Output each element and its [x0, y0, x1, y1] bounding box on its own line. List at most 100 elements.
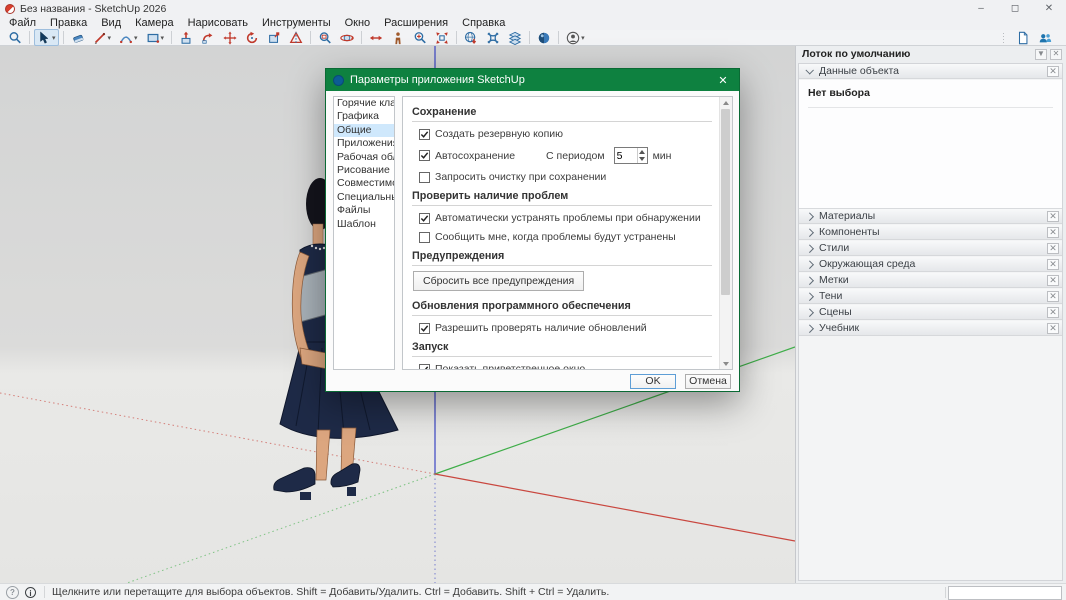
pan-tool-button[interactable] — [366, 29, 386, 46]
checkbox-unchecked[interactable] — [419, 232, 430, 243]
zoom-extents-tool-button[interactable] — [432, 29, 452, 46]
tray-section[interactable]: Метки✕ — [799, 273, 1062, 288]
toolbar-right-group — [1002, 29, 1056, 46]
maximize-icon[interactable]: ◻ — [998, 0, 1032, 17]
eraser-tool-button[interactable] — [68, 29, 88, 46]
toolbar-separator — [310, 31, 311, 44]
scrollbar-thumb[interactable] — [721, 109, 730, 295]
section-close-icon[interactable]: ✕ — [1047, 323, 1059, 334]
autosave-interval-input[interactable] — [615, 148, 637, 163]
toolbar-grip[interactable] — [1002, 32, 1006, 44]
ok-button[interactable]: OK — [630, 374, 676, 389]
checkbox-checked[interactable] — [419, 150, 430, 161]
rotate-tool-button[interactable] — [242, 29, 262, 46]
tray-section[interactable]: Компоненты✕ — [799, 225, 1062, 240]
section-close-icon[interactable]: ✕ — [1047, 307, 1059, 318]
reset-warnings-button[interactable]: Сбросить все предупреждения — [413, 271, 584, 291]
preferences-nav-item[interactable]: Рабочая обла... — [334, 151, 394, 164]
preferences-nav-item[interactable]: Специальны... — [334, 191, 394, 204]
push-pull-tool-button[interactable] — [176, 29, 196, 46]
scroll-up-icon[interactable] — [720, 97, 731, 108]
rectangle-tool-button[interactable]: ▾ — [143, 29, 168, 46]
sketchup-window: Без названия - SketchUp 2026 – ◻ ✕ ФайлП… — [0, 0, 1066, 600]
toolbar-separator — [63, 31, 64, 44]
tray-close-icon[interactable]: ✕ — [1050, 49, 1062, 60]
zoom-window-tool-button[interactable] — [315, 29, 335, 46]
spinner-up-icon[interactable] — [638, 148, 647, 156]
preferences-nav-item[interactable]: Графика — [334, 110, 394, 123]
new-document-tool-button[interactable] — [1013, 29, 1033, 46]
scale-tool-button[interactable] — [264, 29, 284, 46]
flip-tool-button[interactable] — [286, 29, 306, 46]
spinner-arrows — [637, 148, 647, 163]
tray-section[interactable]: Окружающая среда✕ — [799, 257, 1062, 272]
preferences-nav-item[interactable]: Шаблон — [334, 218, 394, 231]
zoom-tool-button[interactable] — [410, 29, 430, 46]
close-icon[interactable]: ✕ — [1032, 0, 1066, 17]
checkbox-checked[interactable] — [419, 323, 430, 334]
section-close-icon[interactable]: ✕ — [1047, 227, 1059, 238]
tray-section-object-data[interactable]: Данные объекта ✕ — [799, 64, 1062, 79]
move-icon — [223, 31, 237, 45]
section-close-icon[interactable]: ✕ — [1047, 275, 1059, 286]
scroll-down-icon[interactable] — [720, 358, 731, 369]
arc-tool-button[interactable]: ▾ — [116, 29, 141, 46]
checkbox-checked[interactable] — [419, 213, 430, 224]
spinner-down-icon[interactable] — [638, 156, 647, 164]
section-close-icon[interactable]: ✕ — [1047, 211, 1059, 222]
scrollbar[interactable] — [719, 97, 732, 369]
checkbox-label: Автосохранение — [435, 150, 515, 162]
tray-section[interactable]: Стили✕ — [799, 241, 1062, 256]
section-close-icon[interactable]: ✕ — [1047, 243, 1059, 254]
preferences-nav-item[interactable]: Файлы — [334, 204, 394, 217]
help-icon[interactable]: ? — [6, 586, 19, 599]
pin-icon[interactable]: ▼ — [1035, 49, 1047, 60]
orbit-icon — [340, 31, 354, 45]
dialog-title-bar[interactable]: Параметры приложения SketchUp ✕ — [326, 69, 739, 91]
share-tool-button[interactable] — [1035, 29, 1055, 46]
tray-section[interactable]: Материалы✕ — [799, 209, 1062, 224]
select-tool-button[interactable]: ▾ — [34, 29, 59, 46]
preferences-nav-item[interactable]: Рисование — [334, 164, 394, 177]
sign-in-icon — [566, 31, 580, 45]
layers-tool-button[interactable] — [505, 29, 525, 46]
settings-row: Показать приветственное окно — [419, 363, 712, 370]
orbit-tool-button[interactable] — [337, 29, 357, 46]
tray-section[interactable]: Тени✕ — [799, 289, 1062, 304]
tray-section[interactable]: Учебник✕ — [799, 321, 1062, 336]
checkbox-checked[interactable] — [419, 129, 430, 140]
tray-section[interactable]: Сцены✕ — [799, 305, 1062, 320]
section-close-icon[interactable]: ✕ — [1047, 66, 1059, 77]
line-tool-button[interactable]: ▾ — [90, 29, 115, 46]
extension-warehouse-tool-button[interactable] — [483, 29, 503, 46]
checkbox-unchecked[interactable] — [419, 172, 430, 183]
info-icon[interactable]: i — [25, 587, 36, 598]
zoom-extents-icon — [435, 31, 449, 45]
3d-warehouse-tool-button[interactable] — [461, 29, 481, 46]
minimize-icon[interactable]: – — [964, 0, 998, 17]
search-tool-button[interactable] — [5, 29, 25, 46]
title-bar: Без названия - SketchUp 2026 – ◻ ✕ — [0, 0, 1066, 17]
dialog-close-icon[interactable]: ✕ — [714, 74, 732, 87]
preferences-nav-item[interactable]: Горячие клав... — [334, 97, 394, 110]
preferences-nav-item[interactable]: Общие — [334, 124, 394, 137]
tray-body: Данные объекта ✕ Нет выбора Материалы✕Ко… — [798, 63, 1063, 581]
checkbox-checked[interactable] — [419, 364, 430, 371]
follow-me-tool-button[interactable] — [198, 29, 218, 46]
position-camera-tool-button[interactable] — [388, 29, 408, 46]
chevron-right-icon — [805, 276, 813, 284]
move-tool-button[interactable] — [220, 29, 240, 46]
preferences-dialog: Параметры приложения SketchUp ✕ Горячие … — [325, 68, 740, 392]
measurements-input[interactable] — [948, 586, 1062, 600]
sign-in-tool-button[interactable]: ▾ — [563, 29, 588, 46]
section-close-icon[interactable]: ✕ — [1047, 291, 1059, 302]
preferences-nav-item[interactable]: Приложения — [334, 137, 394, 150]
settings-section-title: Обновления программного обеспечения — [412, 300, 712, 312]
cancel-button[interactable]: Отмена — [685, 374, 731, 389]
section-close-icon[interactable]: ✕ — [1047, 259, 1059, 270]
paint-tool-button[interactable] — [534, 29, 554, 46]
scale-icon — [267, 31, 281, 45]
select-icon — [37, 31, 51, 45]
preferences-nav-item[interactable]: Совместимос... — [334, 177, 394, 190]
divider — [412, 205, 712, 206]
